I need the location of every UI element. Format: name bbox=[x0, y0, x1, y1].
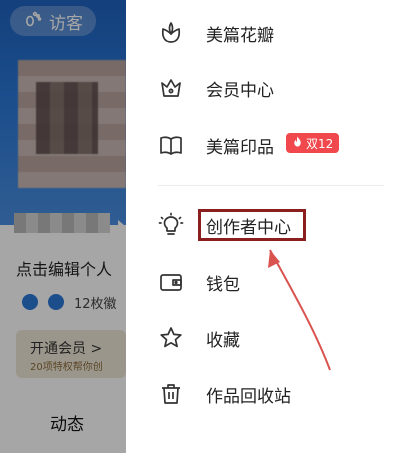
menu-item-favorites[interactable]: 收藏 bbox=[126, 318, 404, 358]
flame-icon bbox=[292, 136, 303, 150]
promo-badge-text: 双12 bbox=[306, 136, 334, 151]
book-icon bbox=[158, 132, 184, 158]
trash-icon bbox=[158, 381, 184, 407]
menu-label-recycle-bin: 作品回收站 bbox=[206, 386, 291, 407]
lightbulb-icon bbox=[158, 212, 184, 238]
dim-overlay[interactable] bbox=[0, 0, 130, 453]
menu-divider bbox=[158, 185, 384, 186]
wallet-icon bbox=[158, 269, 184, 295]
menu-label-vip-center: 会员中心 bbox=[206, 80, 274, 101]
promo-badge: 双12 bbox=[286, 133, 340, 153]
creator-center-highlight bbox=[198, 209, 306, 241]
menu-item-recycle-bin[interactable]: 作品回收站 bbox=[126, 374, 404, 414]
crown-icon bbox=[158, 75, 184, 101]
menu-label-petals: 美篇花瓣 bbox=[206, 25, 274, 46]
menu-item-prints[interactable]: 美篇印品 双12 bbox=[126, 125, 404, 165]
profile-background-page: 访客 点击编辑个人 12枚徽 开通会员 > 20项特权帮你创 动态 bbox=[0, 0, 130, 453]
menu-item-vip-center[interactable]: 会员中心 bbox=[126, 68, 404, 108]
menu-item-petals[interactable]: 美篇花瓣 bbox=[126, 13, 404, 53]
menu-label-wallet: 钱包 bbox=[206, 274, 240, 295]
petal-icon bbox=[158, 20, 184, 46]
menu-label-favorites: 收藏 bbox=[206, 330, 240, 351]
menu-label-prints: 美篇印品 bbox=[206, 137, 274, 158]
star-icon bbox=[158, 325, 184, 351]
menu-item-wallet[interactable]: 钱包 bbox=[126, 262, 404, 302]
